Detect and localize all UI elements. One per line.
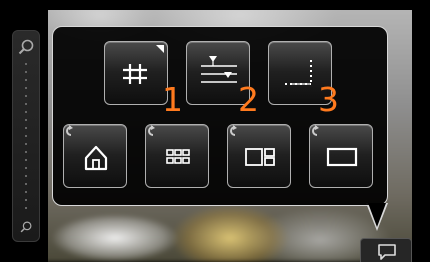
grid-lines-button[interactable] [104,41,168,105]
return-icon [66,125,73,136]
camera-screen: { "grid_buttons": [ {"name": "grid-lines… [0,0,430,262]
right-border [412,0,430,262]
return-icon [312,125,319,136]
grid-icon [123,64,147,84]
zoom-slider[interactable] [12,30,40,242]
zoom-track[interactable] [25,63,27,213]
label-1: 1 [162,80,183,119]
zoom-out-icon[interactable] [20,221,32,233]
panel-pointer-inner [368,203,386,227]
label-3: 3 [318,80,339,119]
grid-settings-panel: 1 2 3 [52,26,388,206]
speech-bubble-icon [378,244,396,260]
return-icon [148,125,155,136]
comment-button[interactable] [360,238,412,262]
return-icon [230,125,237,136]
thumbnail-grid-button[interactable] [145,124,209,188]
full-frame-button[interactable] [309,124,373,188]
label-2: 2 [238,80,259,119]
zoom-in-icon[interactable] [18,39,34,55]
top-border [0,0,430,10]
home-button[interactable] [63,124,127,188]
split-view-button[interactable] [227,124,291,188]
